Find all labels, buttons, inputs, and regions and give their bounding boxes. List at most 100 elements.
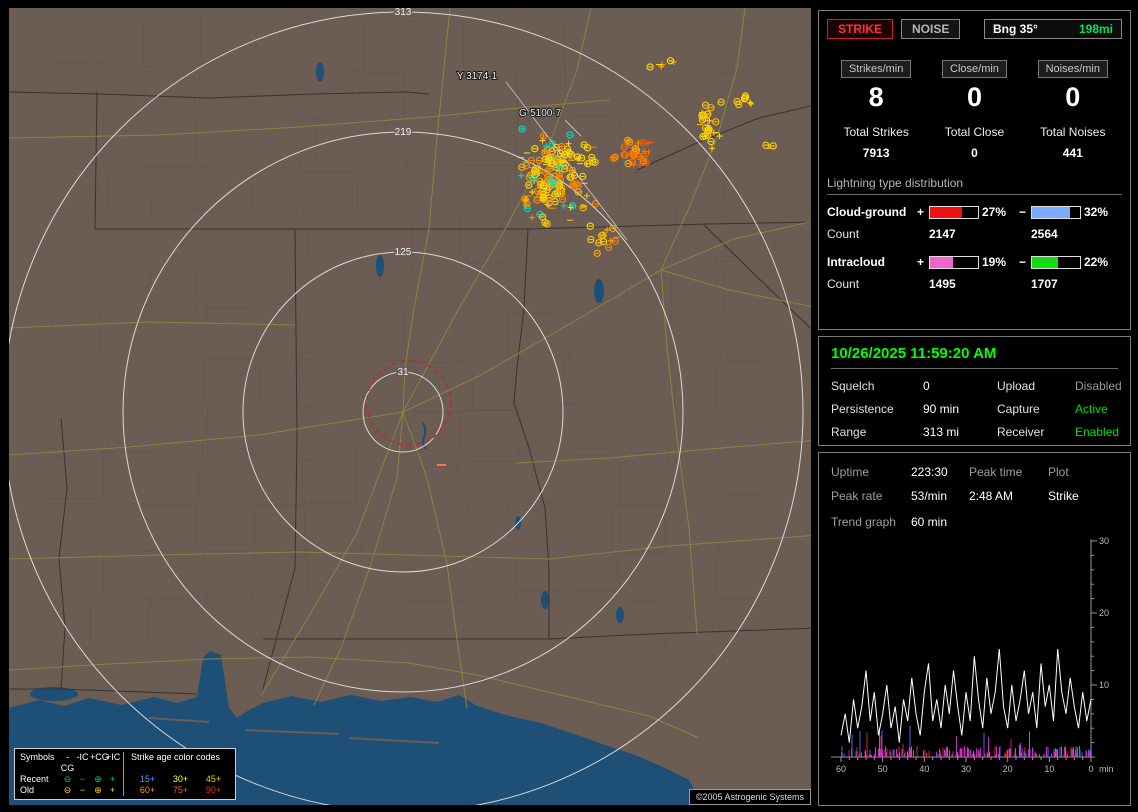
count-label: Count bbox=[827, 227, 860, 241]
settings-box: 10/26/2025 11:59:20 AM Squelch 0 Upload … bbox=[818, 336, 1131, 446]
persistence-value: 90 min bbox=[923, 402, 960, 416]
intracloud-row: Intracloud + 19% − 22% bbox=[827, 255, 1122, 269]
bearing-distance: 198mi bbox=[1078, 22, 1113, 36]
persistence-label: Persistence bbox=[831, 402, 894, 416]
total-noises-value: 441 bbox=[1062, 146, 1083, 160]
noises-per-min-value: 0 bbox=[1065, 82, 1081, 112]
state-borders bbox=[9, 91, 811, 695]
map-canvas: 31 125 219 313 Y-3174-1 G-5100-7 bbox=[9, 8, 811, 805]
stats-grid: Uptime 223:30 Peak time Plot Peak rate 5… bbox=[831, 465, 1118, 503]
legend-col-pos-ic: +IC bbox=[106, 752, 121, 762]
svg-text:10: 10 bbox=[1044, 764, 1054, 774]
intracloud-counts: Count 1495 1707 bbox=[827, 277, 1122, 291]
uptime-label: Uptime bbox=[831, 465, 870, 479]
old-minus-icon: − bbox=[79, 785, 86, 795]
cloud-ground-label: Cloud-ground bbox=[827, 205, 907, 219]
cloud-ground-counts: Count 2147 2564 bbox=[827, 227, 1122, 241]
svg-text:30: 30 bbox=[961, 764, 971, 774]
age-60: 60+ bbox=[139, 785, 156, 795]
ic-minus-bar bbox=[1031, 255, 1081, 269]
cg-minus-bar bbox=[1031, 205, 1081, 219]
plus-sign: + bbox=[917, 205, 925, 219]
svg-text:125: 125 bbox=[395, 247, 412, 258]
age-75: 75+ bbox=[172, 785, 189, 795]
close-alarm-circle bbox=[366, 360, 452, 446]
count-label: Count bbox=[827, 277, 860, 291]
strikes-per-min-value: 8 bbox=[868, 82, 884, 112]
old-plus-icon: + bbox=[109, 785, 116, 795]
plot-value: Strike bbox=[1048, 489, 1079, 503]
svg-text:50: 50 bbox=[878, 764, 888, 774]
status-panel: STRIKE NOISE Bng 35° 198mi Strikes/min 8… bbox=[818, 10, 1131, 806]
capture-status: Active bbox=[1075, 402, 1108, 416]
datetime-display: 10/26/2025 11:59:20 AM bbox=[831, 345, 1118, 369]
range-ring-labels: 31 125 219 313 bbox=[393, 8, 413, 380]
settings-grid: Squelch 0 Upload Disabled Persistence 90… bbox=[831, 379, 1122, 439]
svg-text:40: 40 bbox=[919, 764, 929, 774]
total-close-label: Total Close bbox=[944, 125, 1005, 139]
capture-label: Capture bbox=[997, 402, 1040, 416]
uptime-value: 223:30 bbox=[911, 465, 948, 479]
noise-toggle-button[interactable]: NOISE bbox=[901, 19, 961, 39]
range-label: Range bbox=[831, 425, 867, 439]
svg-text:313: 313 bbox=[395, 8, 412, 18]
station-label-1: Y-3174-1 bbox=[457, 71, 498, 82]
recent-circle-minus-icon: ⊖ bbox=[63, 774, 72, 784]
bearing-readout: Bng 35° 198mi bbox=[984, 19, 1122, 39]
legend-col-pos-cg: +CG bbox=[90, 752, 109, 762]
lightning-map[interactable]: 31 125 219 313 Y-3174-1 G-5100-7 Symbols -C… bbox=[9, 8, 811, 805]
close-per-min-value: 0 bbox=[966, 82, 982, 112]
old-circle-plus-icon: ⊕ bbox=[94, 785, 102, 795]
noises-column: Noises/min 0 Total Noises 441 bbox=[1024, 59, 1122, 160]
cloud-ground-row: Cloud-ground + 27% − 32% bbox=[827, 205, 1122, 219]
receiver-status: Enabled bbox=[1075, 425, 1120, 439]
cg-minus-pct: 32% bbox=[1084, 205, 1109, 219]
squelch-label: Squelch bbox=[831, 379, 875, 393]
distribution-title: Lightning type distribution bbox=[827, 176, 1122, 195]
map-overlays bbox=[366, 81, 628, 466]
trend-graph: 10 20 30 60 50 40 30 20 10 0 min bbox=[831, 536, 1114, 774]
minus-sign: − bbox=[1019, 255, 1027, 269]
svg-text:30: 30 bbox=[1099, 537, 1109, 546]
bearing-value: Bng 35° bbox=[993, 22, 1038, 36]
age-90: 90+ bbox=[205, 785, 222, 795]
peak-time-label: Peak time bbox=[969, 465, 1023, 479]
total-noises-label: Total Noises bbox=[1040, 125, 1106, 139]
noises-per-min-header: Noises/min bbox=[1037, 60, 1108, 78]
plot-label: Plot bbox=[1048, 465, 1069, 479]
svg-text:0: 0 bbox=[1088, 764, 1093, 774]
peak-time-value: 2:48 AM bbox=[969, 489, 1014, 503]
rates-box: STRIKE NOISE Bng 35° 198mi Strikes/min 8… bbox=[818, 10, 1131, 330]
ic-plus-bar bbox=[929, 255, 979, 269]
svg-text:min: min bbox=[1099, 764, 1114, 774]
strike-toggle-button[interactable]: STRIKE bbox=[827, 19, 894, 39]
total-close-value: 0 bbox=[971, 146, 978, 160]
station-leader-line bbox=[505, 81, 628, 241]
ic-minus-count: 1707 bbox=[1031, 277, 1058, 291]
squelch-value: 0 bbox=[923, 379, 930, 393]
upload-status: Disabled bbox=[1075, 379, 1122, 393]
water-layer bbox=[9, 62, 703, 805]
legend-col-neg-ic: -IC bbox=[76, 752, 89, 762]
total-strikes-label: Total Strikes bbox=[843, 125, 909, 139]
age-15: 15+ bbox=[139, 774, 156, 784]
strikes-per-min-header: Strikes/min bbox=[840, 60, 912, 78]
legend-col-neg-cg: -CG bbox=[60, 752, 75, 773]
svg-text:60: 60 bbox=[836, 764, 846, 774]
recent-plus-icon: + bbox=[109, 774, 116, 784]
ic-plus-count: 1495 bbox=[929, 277, 956, 291]
age-30: 30+ bbox=[172, 774, 189, 784]
age-45: 45+ bbox=[205, 774, 222, 784]
strike-symbols bbox=[517, 57, 777, 257]
peak-rate-label: Peak rate bbox=[831, 489, 883, 503]
trend-graph-label: Trend graph bbox=[831, 515, 896, 529]
upload-label: Upload bbox=[997, 379, 1036, 393]
cg-minus-count: 2564 bbox=[1031, 227, 1058, 241]
cg-plus-bar bbox=[929, 205, 979, 219]
plus-sign: + bbox=[917, 255, 925, 269]
trend-box: Uptime 223:30 Peak time Plot Peak rate 5… bbox=[818, 452, 1131, 806]
copyright-notice: ©2005 Astrogenic Systems bbox=[688, 789, 811, 805]
legend-recent-label: Recent bbox=[20, 774, 49, 784]
total-strikes-value: 7913 bbox=[862, 146, 890, 160]
svg-text:31: 31 bbox=[397, 367, 409, 378]
